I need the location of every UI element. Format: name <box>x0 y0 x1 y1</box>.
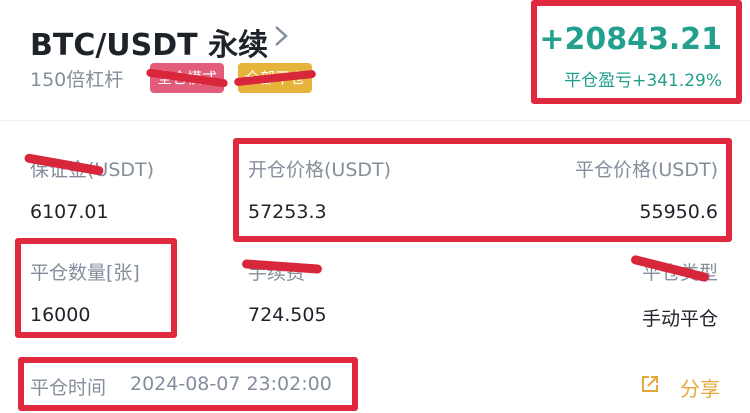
share-icon[interactable] <box>640 374 660 394</box>
annotation-box-pnl <box>531 0 742 104</box>
fee-value: 724.505 <box>248 304 327 326</box>
margin-mode-badge: 全仓模式 <box>145 63 229 93</box>
leverage-label: 150倍杠杆 <box>30 69 124 91</box>
close-status-badge: 全部平仓 <box>233 63 317 93</box>
pair-title: BTC/USDT 永续 <box>30 28 269 63</box>
close-type-value: 手动平仓 <box>641 308 718 330</box>
annotation-box-prices <box>233 138 732 242</box>
chevron-right-icon[interactable] <box>270 22 292 50</box>
annotation-box-qty <box>15 238 177 338</box>
margin-value: 6107.01 <box>30 201 109 223</box>
annotation-box-time <box>18 357 358 411</box>
share-button[interactable]: 分享 <box>680 373 720 402</box>
divider <box>0 120 750 121</box>
